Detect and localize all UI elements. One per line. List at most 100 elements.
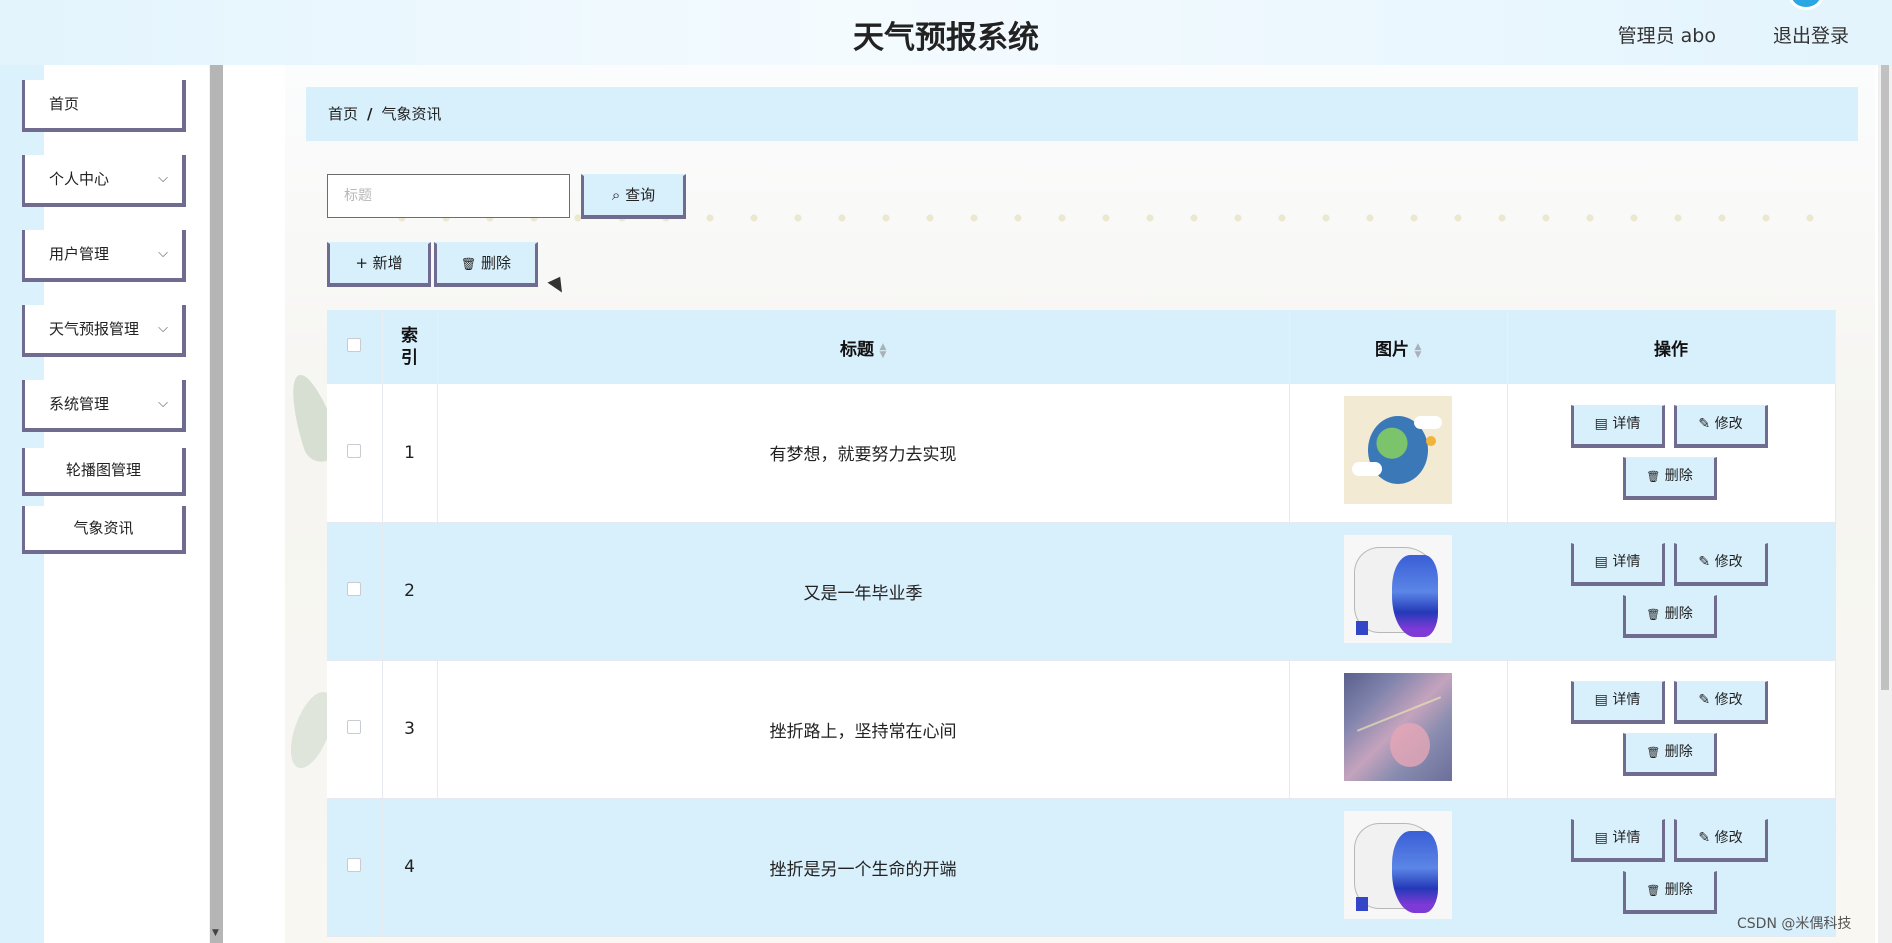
row-select-cell [327, 522, 383, 661]
row-index: 4 [382, 798, 438, 937]
watermark: CSDN @米偶科技 [1737, 916, 1852, 932]
sidebar-item-label: 首页 [49, 95, 80, 113]
row-checkbox[interactable] [347, 443, 362, 458]
earth-illustration-image[interactable] [1344, 396, 1452, 505]
edit-button-label: 修改 [1714, 554, 1743, 570]
row-title: 有梦想，就要努力去实现 [437, 384, 1290, 523]
column-header-index-label: 索 引 [401, 326, 418, 368]
sidebar-item-user-management[interactable]: 用户管理 ⌵ [22, 230, 186, 282]
row-select-cell [327, 384, 383, 523]
breadcrumb-separator: / [367, 105, 373, 123]
plus-icon: + [355, 254, 368, 272]
edit-button[interactable]: ✎ 修改 [1673, 543, 1768, 586]
detail-button[interactable]: ▤ 详情 [1570, 543, 1665, 586]
avatar[interactable] [1788, 0, 1824, 10]
detail-button[interactable]: ▤ 详情 [1570, 681, 1665, 724]
rain-map-image[interactable] [1344, 810, 1452, 919]
column-header-image[interactable]: 图片 ▲▼ [1289, 310, 1508, 384]
sort-icon[interactable]: ▲▼ [1413, 342, 1423, 358]
detail-button-label: 详情 [1612, 415, 1641, 432]
row-select-cell [327, 798, 383, 937]
detail-button-label: 详情 [1612, 830, 1641, 846]
row-image-cell [1289, 384, 1508, 523]
rain-map-image[interactable] [1344, 534, 1452, 643]
add-button[interactable]: + 新增 [327, 242, 431, 287]
edit-button-label: 修改 [1714, 830, 1743, 846]
breadcrumb-home[interactable]: 首页 [328, 105, 358, 123]
detail-button[interactable]: ▤ 详情 [1570, 404, 1665, 448]
scroll-down-arrow-icon[interactable]: ▼ [212, 928, 219, 938]
trash-icon: 🗑 [1646, 608, 1661, 621]
sidebar-subitem-weather-news[interactable]: 气象资讯 [22, 506, 186, 554]
pen-icon: ✎ [1698, 415, 1711, 432]
row-select-cell [327, 660, 383, 799]
row-image-cell [1289, 798, 1508, 937]
bulk-delete-button[interactable]: 🗑 删除 [434, 242, 538, 287]
search-icon: ⌕ [611, 186, 621, 204]
table-header-row: 索 引 标题 ▲▼ 图片 ▲▼ 操作 [327, 310, 1836, 384]
sidebar-item-label: 气象资讯 [73, 519, 134, 537]
select-all-checkbox[interactable] [347, 338, 362, 352]
detail-button-label: 详情 [1612, 692, 1641, 708]
sidebar-item-home[interactable]: 首页 [22, 80, 186, 132]
sidebar-item-label: 用户管理 [49, 245, 110, 263]
edit-button[interactable]: ✎ 修改 [1673, 404, 1768, 448]
column-header-index: 索 引 [382, 310, 438, 384]
row-actions: ▤ 详情 ✎ 修改 🗑 删除 [1507, 522, 1836, 661]
delete-button-label: 删除 [1664, 467, 1693, 484]
delete-button[interactable]: 🗑 删除 [1622, 456, 1717, 500]
sidebar-scrollbar[interactable] [210, 65, 223, 943]
trash-icon: 🗑 [1646, 746, 1661, 759]
chevron-down-icon: ⌵ [158, 396, 168, 411]
table-row: 2 又是一年毕业季 ▤ 详情 ✎ 修改 🗑 删除 [327, 522, 1836, 661]
page-scrollbar-thumb[interactable] [1881, 65, 1889, 690]
trash-icon: 🗑 [460, 257, 477, 271]
trash-icon: 🗑 [1646, 884, 1661, 897]
edit-button-label: 修改 [1714, 692, 1743, 708]
search-input[interactable] [327, 174, 570, 218]
sidebar-item-system-management[interactable]: 系统管理 ⌵ [22, 380, 186, 432]
edit-button[interactable]: ✎ 修改 [1673, 681, 1768, 724]
logout-link[interactable]: 退出登录 [1773, 21, 1849, 48]
row-title: 挫折路上，坚持常在心间 [437, 660, 1290, 799]
delete-button[interactable]: 🗑 删除 [1622, 595, 1717, 638]
row-title: 又是一年毕业季 [437, 522, 1290, 661]
delete-button-label: 删除 [1664, 606, 1693, 622]
sidebar-item-personal-center[interactable]: 个人中心 ⌵ [22, 155, 186, 207]
row-checkbox[interactable] [347, 720, 362, 734]
chevron-down-icon: ⌵ [158, 171, 168, 186]
edit-button[interactable]: ✎ 修改 [1673, 819, 1768, 862]
row-index: 2 [382, 522, 438, 661]
sidebar: 首页 个人中心 ⌵ 用户管理 ⌵ 天气预报管理 ⌵ 系统管理 ⌵ 轮播图管理 气… [0, 65, 210, 943]
sidebar-item-label: 系统管理 [49, 395, 110, 413]
chevron-down-icon: ⌵ [158, 246, 168, 261]
query-button-label: 查询 [625, 186, 656, 204]
delete-button[interactable]: 🗑 删除 [1622, 733, 1717, 776]
add-button-label: 新增 [372, 254, 403, 272]
pen-icon: ✎ [1698, 830, 1711, 846]
app-title: 天气预报系统 [853, 20, 1039, 56]
detail-button-label: 详情 [1612, 554, 1641, 570]
detail-button[interactable]: ▤ 详情 [1570, 819, 1665, 862]
delete-button-label: 删除 [1664, 882, 1693, 898]
row-checkbox[interactable] [347, 582, 362, 596]
pen-icon: ✎ [1698, 554, 1711, 570]
sidebar-item-forecast-management[interactable]: 天气预报管理 ⌵ [22, 305, 186, 357]
sidebar-item-label: 个人中心 [49, 170, 110, 188]
satellite-cloud-image[interactable] [1344, 672, 1452, 781]
row-index: 1 [382, 384, 438, 523]
pen-icon: ✎ [1698, 692, 1711, 708]
top-header: 天气预报系统 管理员 abo 退出登录 [0, 0, 1892, 65]
query-button[interactable]: ⌕ 查询 [581, 174, 686, 219]
row-index: 3 [382, 660, 438, 799]
sort-icon[interactable]: ▲▼ [878, 342, 888, 358]
delete-button-label: 删除 [1664, 744, 1693, 760]
sidebar-subitem-carousel[interactable]: 轮播图管理 [22, 448, 186, 496]
document-icon: ▤ [1594, 415, 1608, 432]
delete-button[interactable]: 🗑 删除 [1622, 871, 1717, 914]
column-header-title[interactable]: 标题 ▲▼ [437, 310, 1290, 384]
column-header-action: 操作 [1507, 310, 1836, 384]
row-image-cell [1289, 660, 1508, 799]
sidebar-item-label: 轮播图管理 [65, 461, 141, 479]
row-checkbox[interactable] [347, 858, 362, 872]
